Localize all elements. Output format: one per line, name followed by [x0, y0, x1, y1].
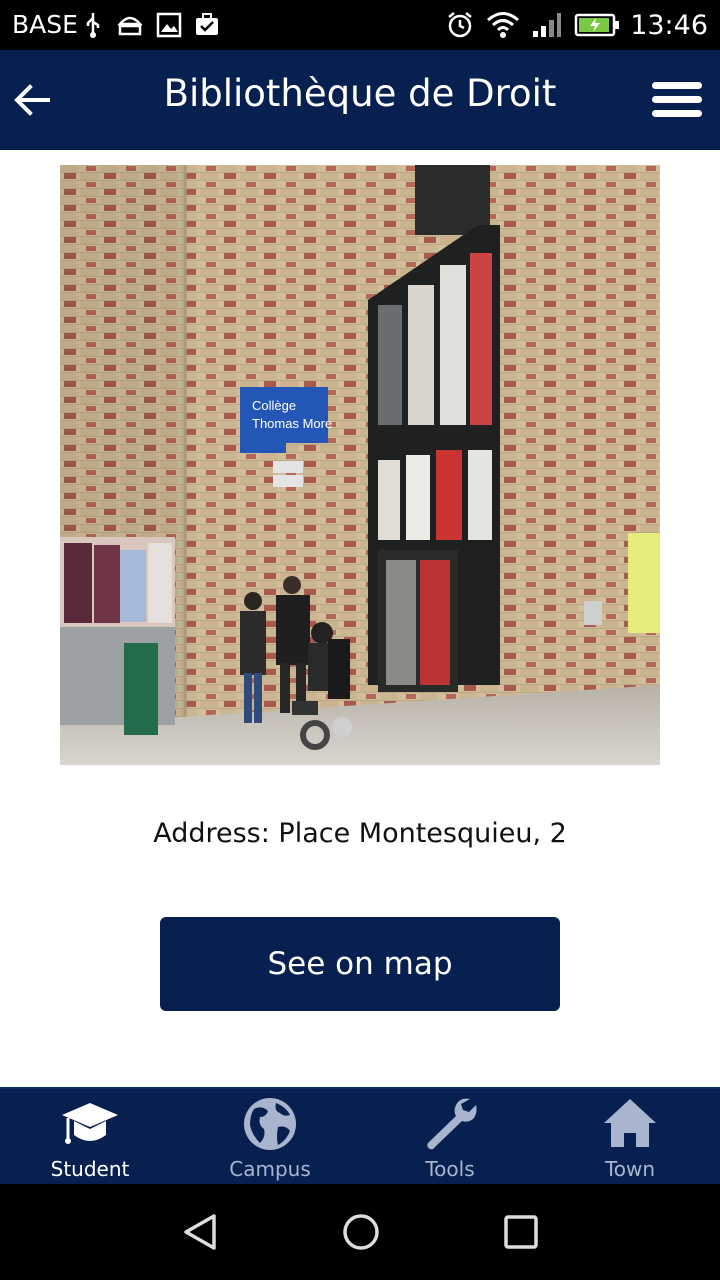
graduation-cap-icon — [62, 1103, 118, 1144]
notification-icons — [82, 12, 220, 38]
see-on-map-button[interactable]: See on map — [160, 917, 560, 1011]
nav-item-student[interactable]: Student — [0, 1089, 180, 1184]
address-text: Address: Place Montesquieu, 2 — [153, 818, 567, 849]
arrow-left-icon[interactable] — [10, 78, 54, 122]
wifi-icon — [487, 12, 520, 38]
back-triangle-icon[interactable] — [180, 1212, 220, 1252]
building-photo-illustration: Collège Thomas More — [60, 165, 660, 765]
nav-item-town[interactable]: Town — [540, 1089, 720, 1184]
page-title: Bibliothèque de Droit — [163, 72, 557, 115]
home-icon — [604, 1099, 656, 1147]
sign-text-1: Collège — [252, 398, 296, 413]
hamburger-menu-icon[interactable] — [652, 78, 702, 122]
nav-label-student: Student — [50, 1157, 130, 1181]
system-navigation-bar — [0, 1184, 720, 1280]
system-status-icons: 13:46 — [434, 0, 720, 50]
android-icon — [117, 16, 143, 36]
globe-icon — [244, 1098, 296, 1150]
sign-text-2: Thomas More — [252, 416, 332, 431]
nav-label-town: Town — [604, 1157, 656, 1181]
recents-square-icon[interactable] — [501, 1212, 541, 1252]
image-icon — [156, 12, 182, 38]
clock: 13:46 — [630, 9, 708, 41]
nav-item-tools[interactable]: Tools — [360, 1089, 540, 1184]
status-bar: BASE 13:46 — [0, 0, 720, 50]
building-photo: Collège Thomas More — [60, 165, 660, 765]
nav-label-tools: Tools — [425, 1157, 475, 1181]
nav-item-campus[interactable]: Campus — [180, 1089, 360, 1184]
briefcase-check-icon — [196, 13, 218, 35]
wrench-icon — [427, 1098, 477, 1150]
usb-icon — [86, 13, 100, 38]
signal-icon — [533, 13, 562, 37]
battery-charging-icon — [574, 13, 620, 37]
home-circle-icon[interactable] — [341, 1212, 381, 1252]
carrier-label: BASE — [12, 10, 78, 39]
app-bar: Bibliothèque de Droit — [0, 50, 720, 150]
bottom-navigation: Student Campus Tools Town — [0, 1087, 720, 1184]
alarm-icon — [448, 12, 472, 38]
nav-label-campus: Campus — [229, 1157, 311, 1181]
